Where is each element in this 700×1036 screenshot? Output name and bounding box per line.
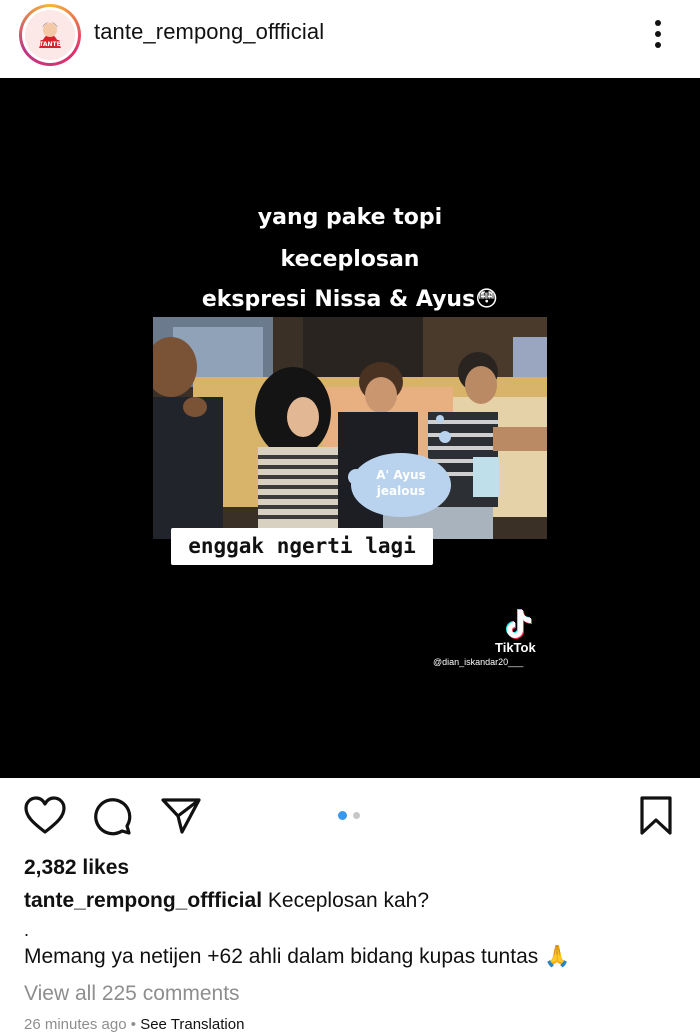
avatar[interactable]: TANTE [19, 4, 81, 66]
share-icon[interactable] [160, 796, 202, 836]
post-username[interactable]: tante_rempong_offficial [94, 19, 324, 45]
caption-line-2: Memang ya netijen +62 ahli dalam bidang … [24, 945, 571, 968]
avatar-image: TANTE [25, 10, 75, 60]
tiktok-icon [506, 609, 532, 639]
media-caption-line-2: keceplosan [280, 247, 420, 272]
post-meta: 26 minutes ago • See Translation [24, 1016, 244, 1033]
avatar-logo-text: TANTE [39, 41, 60, 48]
comment-icon[interactable] [93, 796, 133, 836]
heart-icon[interactable] [24, 796, 66, 836]
media-caption-line-3: ekspresi Nissa & Ayus😳 [201, 287, 499, 312]
media-caption-line-1: yang pake topi [257, 205, 443, 230]
see-translation-link[interactable]: See Translation [140, 1016, 244, 1033]
caption-dot: . [24, 920, 30, 940]
likes-count[interactable]: 2,382 likes [24, 856, 129, 880]
carousel-dot [353, 812, 360, 819]
post-media[interactable]: yang pake topi keceplosan ekspresi Nissa… [0, 78, 700, 778]
bubble-line-1: A' Ayus [376, 468, 426, 482]
video-bottom-label: enggak ngerti lagi [171, 528, 433, 565]
tiktok-handle: @dian_iskandar20___ [433, 657, 524, 667]
caption-username[interactable]: tante_rempong_offficial [24, 889, 262, 912]
caption-text: Keceplosan kah? [267, 889, 430, 912]
carousel-dot-active [338, 811, 347, 820]
bubble-line-2: jealous [376, 484, 425, 498]
post-header: TANTE tante_rempong_offficial [0, 0, 700, 78]
bookmark-icon[interactable] [639, 796, 673, 836]
view-comments-link[interactable]: View all 225 comments [24, 982, 240, 1006]
post-time: 26 minutes ago [24, 1016, 127, 1033]
video-frame: A' Ayus jealous [153, 317, 547, 539]
meta-separator: • [130, 1016, 137, 1033]
post-caption: tante_rempong_offficial Keceplosan kah? [24, 889, 429, 913]
more-vertical-icon[interactable] [648, 18, 668, 50]
tiktok-label: TikTok [495, 640, 536, 655]
